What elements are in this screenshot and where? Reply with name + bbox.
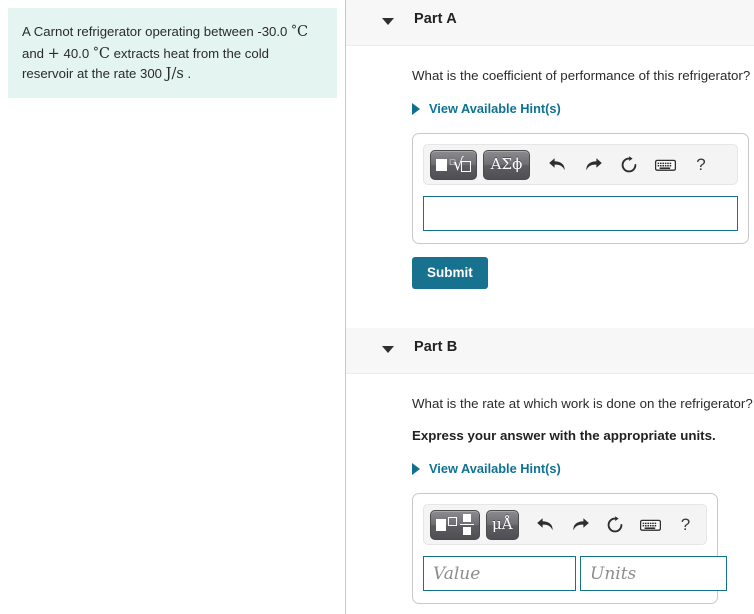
page-root: A Carnot refrigerator operating between …	[0, 0, 754, 614]
part-a-submit-button[interactable]: Submit	[412, 257, 488, 289]
square-superscript-fraction-icon	[459, 514, 474, 535]
part-a-answer-input[interactable]	[423, 196, 738, 231]
keyboard-button[interactable]	[650, 150, 680, 180]
root-index-box-icon: □	[449, 157, 456, 166]
greek-symbols-button[interactable]: ΑΣϕ	[483, 149, 530, 180]
part-b-express-instruction: Express your answer with the appropriate…	[412, 428, 716, 443]
redo-button[interactable]	[578, 150, 608, 180]
redo-button[interactable]	[566, 510, 595, 540]
units-symbols-button[interactable]: μÅ	[485, 509, 519, 540]
keyboard-button[interactable]	[636, 510, 665, 540]
part-b-question: What is the rate at which work is done o…	[412, 396, 753, 411]
problem-line1-pre: A Carnot refrigerator operating between …	[22, 24, 292, 39]
part-b-answer-panel: μÅ ? Value Units	[412, 493, 727, 604]
part-a-header[interactable]: Part A	[346, 0, 754, 46]
part-a-question: What is the coefficient of performance o…	[412, 68, 751, 83]
problem-statement-text: A Carnot refrigerator operating between …	[22, 20, 323, 84]
part-section-a: Part A What is the coefficient of perfor…	[346, 0, 754, 289]
part-a-body: What is the coefficient of performance o…	[346, 67, 754, 289]
fraction-numerator-icon	[462, 514, 471, 523]
radicand-box-icon	[460, 160, 471, 172]
celsius-unit-1: C	[297, 24, 309, 40]
part-b-hint-label: View Available Hint(s)	[429, 461, 561, 476]
help-button[interactable]: ?	[686, 150, 716, 180]
problem-pane: A Carnot refrigerator operating between …	[0, 0, 345, 614]
problem-line2-pre: and	[22, 46, 48, 61]
part-b-hint-toggle[interactable]: View Available Hint(s)	[412, 461, 754, 476]
part-a-answer-panel: □ √ ΑΣϕ ?	[412, 133, 749, 244]
math-template-radical-button[interactable]: □ √	[430, 149, 477, 180]
filled-square-icon	[436, 518, 446, 531]
fraction-bar-icon	[459, 523, 474, 526]
undo-button[interactable]	[531, 510, 560, 540]
question-mark-icon: ?	[696, 154, 706, 174]
part-b-units-input[interactable]	[580, 556, 727, 591]
part-b-value-input[interactable]	[423, 556, 576, 591]
fraction-denominator-icon	[462, 526, 471, 535]
part-section-b: Part B What is the rate at which work is…	[346, 328, 754, 614]
caret-down-icon[interactable]	[382, 18, 394, 25]
problem-statement-box: A Carnot refrigerator operating between …	[8, 8, 337, 98]
question-mark-icon: ?	[680, 514, 691, 534]
help-button[interactable]: ?	[671, 510, 700, 540]
caret-down-icon[interactable]	[382, 346, 394, 353]
problem-value2: 40.0	[59, 46, 93, 61]
superscript-box-icon	[447, 517, 457, 526]
hollow-square-icon	[447, 517, 457, 526]
rate-units: J/s	[165, 66, 184, 82]
micro-angstrom-icon: μÅ	[491, 515, 513, 533]
part-b-title: Part B	[414, 339, 458, 355]
caret-right-icon[interactable]	[412, 462, 420, 475]
math-template-fraction-button[interactable]	[430, 509, 480, 540]
greek-letters-icon: ΑΣϕ	[490, 155, 523, 173]
part-a-math-toolbar: □ √ ΑΣϕ ?	[423, 144, 738, 185]
reset-button[interactable]	[601, 510, 630, 540]
part-a-hint-label: View Available Hint(s)	[429, 101, 561, 116]
square-nth-root-icon: □ √	[449, 156, 471, 173]
problem-period: .	[183, 66, 192, 81]
answer-pane: Part A What is the coefficient of perfor…	[346, 0, 754, 614]
part-a-title: Part A	[414, 11, 457, 27]
part-a-hint-toggle[interactable]: View Available Hint(s)	[412, 101, 754, 116]
part-b-value-units-row	[423, 556, 727, 591]
undo-button[interactable]	[542, 150, 572, 180]
filled-square-icon	[436, 158, 448, 171]
part-b-math-toolbar: μÅ ?	[423, 504, 707, 545]
part-b-body: What is the rate at which work is done o…	[346, 395, 754, 614]
celsius-unit-2: C	[98, 46, 110, 62]
reset-button[interactable]	[614, 150, 644, 180]
caret-right-icon[interactable]	[412, 102, 420, 115]
part-b-header[interactable]: Part B	[346, 328, 754, 374]
plus-symbol: +	[47, 46, 60, 62]
